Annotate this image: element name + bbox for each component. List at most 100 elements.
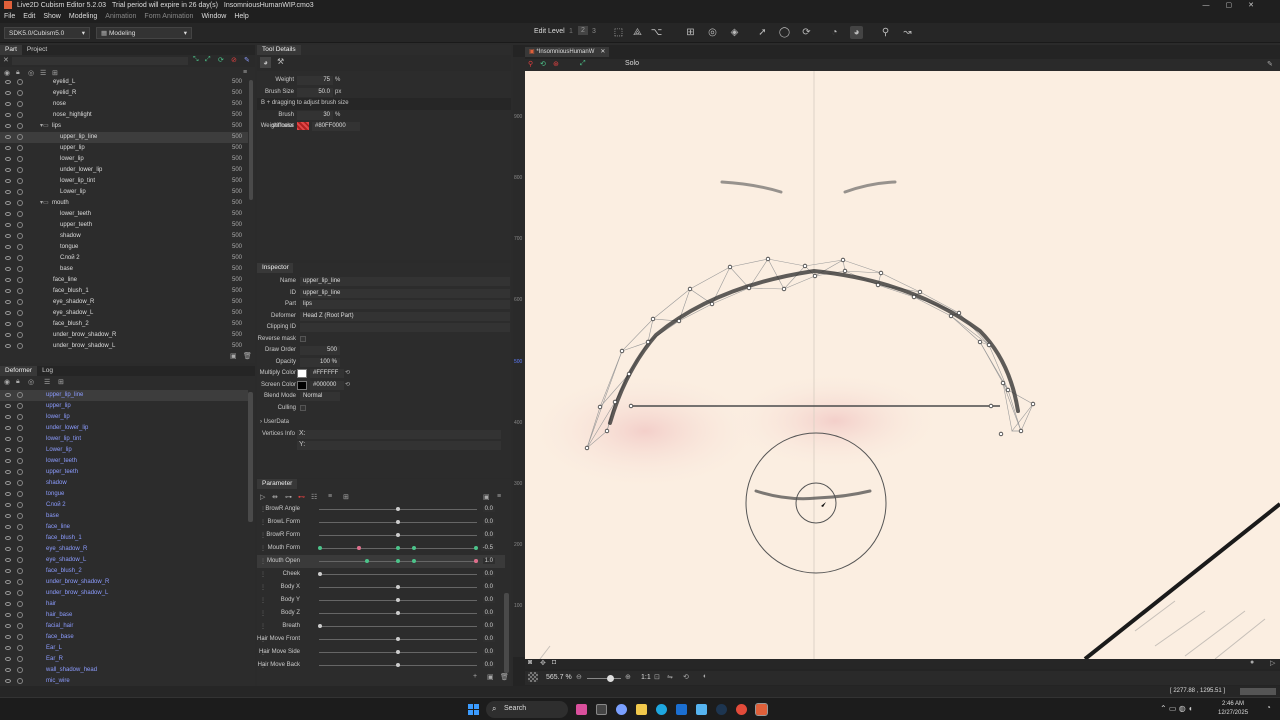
parameter-value[interactable]: 0.0: [482, 519, 495, 525]
parameter-value[interactable]: 0.0: [482, 597, 495, 603]
sdk-select[interactable]: SDK5.0/Cubism5.0 ▾: [4, 27, 90, 39]
part-item[interactable]: eyelid_R 500: [0, 88, 248, 99]
parameter-value[interactable]: 0.0: [482, 623, 495, 629]
part-item[interactable]: lower_teeth 500: [0, 209, 248, 220]
deformer-item[interactable]: lower_lip_tint: [0, 434, 248, 445]
part-item[interactable]: under_brow_shadow_L 500: [0, 341, 248, 349]
tab-part[interactable]: Part: [0, 45, 22, 55]
visibility-eye-icon[interactable]: [5, 448, 11, 452]
parameter-row[interactable]: ⋮ Body Y 0.0: [257, 594, 505, 607]
visibility-eye-icon[interactable]: [5, 503, 11, 507]
lock-toggle-icon[interactable]: [17, 310, 23, 316]
part-item[interactable]: lower_lip_tint 500: [0, 176, 248, 187]
brush-stiffness-field[interactable]: 30: [297, 110, 333, 120]
parameter-slider[interactable]: [318, 624, 477, 628]
keyform-dot[interactable]: [396, 559, 400, 563]
deformer-scrollbar[interactable]: [248, 392, 253, 522]
slider-knob[interactable]: [396, 533, 400, 537]
widgets-app-icon[interactable]: [576, 704, 587, 715]
eye-header-icon[interactable]: ◉: [4, 69, 10, 77]
brush-size-field[interactable]: 50.0: [297, 87, 333, 97]
parameter-row[interactable]: ⋮ BrowL Form 0.0: [257, 516, 505, 529]
parameter-row[interactable]: ⋮ Body X 0.0: [257, 581, 505, 594]
list-icon[interactable]: ≡: [328, 493, 332, 500]
reset-icon[interactable]: ⟲: [540, 60, 546, 68]
keyform-dot[interactable]: [411, 546, 416, 550]
tab-project[interactable]: Project: [22, 45, 52, 55]
slider-knob[interactable]: [396, 650, 400, 654]
add-param-icon[interactable]: +: [473, 673, 477, 680]
list-view-icon[interactable]: ☰: [40, 69, 46, 77]
vertices-y-field[interactable]: Y:: [297, 441, 501, 450]
weight-brush-icon[interactable]: ◕: [850, 26, 863, 39]
lock-toggle-icon[interactable]: [17, 244, 23, 250]
parameter-slider[interactable]: [319, 598, 477, 602]
tab-log[interactable]: Log: [37, 366, 58, 376]
visibility-eye-icon[interactable]: [5, 168, 11, 172]
lock-toggle-icon[interactable]: [17, 425, 23, 431]
edit-level-3[interactable]: 3: [592, 28, 596, 35]
deformer-item[interactable]: lower_teeth: [0, 456, 248, 467]
lock-toggle-icon[interactable]: [17, 156, 23, 162]
lasso-tool-icon[interactable]: ◯: [778, 26, 791, 39]
pin-tool-icon[interactable]: ⚲: [879, 26, 892, 39]
clock-time[interactable]: 2:46 AM: [1222, 701, 1244, 707]
visibility-eye-icon[interactable]: [5, 223, 11, 227]
lock-toggle-icon[interactable]: [17, 590, 23, 596]
part-item[interactable]: upper_teeth 500: [0, 220, 248, 231]
lock-toggle-icon[interactable]: [17, 414, 23, 420]
fit-icon[interactable]: ⤢: [580, 60, 586, 68]
menu-modeling[interactable]: Modeling: [69, 13, 97, 20]
chevron-down-icon[interactable]: ▾▭: [40, 198, 49, 209]
lock-toggle-icon[interactable]: [17, 288, 23, 294]
part-item[interactable]: ▾▭ mouth 500: [0, 198, 248, 209]
chevron-down-icon[interactable]: ▾▭: [40, 121, 49, 132]
lock-toggle-icon[interactable]: [17, 200, 23, 206]
deformer-item[interactable]: mic_wire: [0, 676, 248, 686]
deformer-item[interactable]: lower_lip: [0, 412, 248, 423]
inspector-field[interactable]: 100 %: [300, 357, 340, 367]
visibility-eye-icon[interactable]: [5, 558, 11, 562]
parameter-slider[interactable]: [319, 663, 477, 667]
visibility-eye-icon[interactable]: [5, 245, 11, 249]
lock-toggle-icon[interactable]: [17, 502, 23, 508]
inspector-field[interactable]: 500: [300, 346, 340, 355]
visible-toggle-icon[interactable]: ◎: [28, 69, 34, 77]
parameter-value[interactable]: 0.0: [482, 636, 495, 642]
slider-knob[interactable]: [396, 520, 400, 524]
color-field[interactable]: #FFFFFF: [310, 369, 344, 378]
lock-toggle-icon[interactable]: [17, 222, 23, 228]
parameter-row[interactable]: ⋮ Mouth Form -0.5: [257, 542, 505, 555]
delete-icon[interactable]: ⊘: [231, 56, 237, 64]
parameter-row[interactable]: ⋮ Hair Move Side 0.0: [257, 646, 505, 659]
lock-toggle-icon[interactable]: [17, 123, 23, 129]
part-item[interactable]: eye_shadow_R 500: [0, 297, 248, 308]
play-icon[interactable]: ▷: [260, 493, 265, 501]
steam-icon[interactable]: [716, 704, 727, 715]
deformer-item[interactable]: Lower_lip: [0, 445, 248, 456]
slider-knob[interactable]: [396, 637, 400, 641]
edge-icon[interactable]: [656, 704, 667, 715]
slider-knob[interactable]: [396, 598, 400, 602]
lock-toggle-icon[interactable]: [17, 458, 23, 464]
menu-animation[interactable]: Animation: [105, 13, 136, 20]
lock-toggle-icon[interactable]: [17, 266, 23, 272]
visibility-eye-icon[interactable]: [5, 124, 11, 128]
transform-tool-icon[interactable]: ⟳: [800, 26, 813, 39]
lock-toggle-icon[interactable]: [17, 299, 23, 305]
lock-toggle-icon[interactable]: [17, 277, 23, 283]
glue-icon[interactable]: ◎: [706, 26, 719, 39]
vertices-x-field[interactable]: X:: [297, 430, 501, 439]
parameter-slider[interactable]: [318, 572, 477, 576]
remove-key-icon[interactable]: ⊷: [298, 493, 305, 501]
menu-help[interactable]: Help: [234, 13, 248, 20]
system-tray-icons[interactable]: ⌃ ▭ ◍ ◖: [1160, 704, 1193, 713]
solo-toggle[interactable]: Solo: [625, 60, 639, 67]
visibility-eye-icon[interactable]: [5, 404, 11, 408]
keyform-icon[interactable]: ☷: [311, 493, 317, 501]
brush-settings-icon[interactable]: ⚒: [277, 57, 284, 66]
checkbox[interactable]: [300, 404, 306, 411]
visibility-eye-icon[interactable]: [5, 668, 11, 672]
slider-knob[interactable]: [357, 546, 361, 550]
deformer-item[interactable]: eye_shadow_L: [0, 555, 248, 566]
